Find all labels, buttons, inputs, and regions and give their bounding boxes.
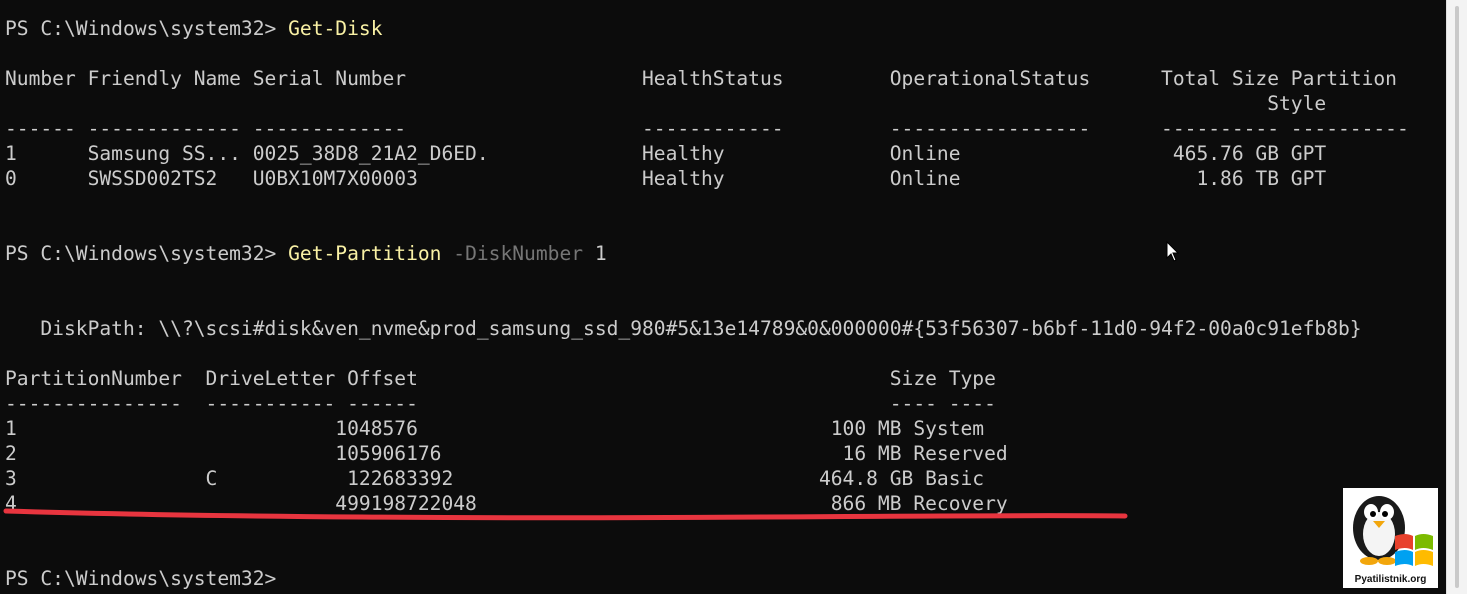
- output-line: ------ ------------- ------------- -----…: [5, 117, 1409, 140]
- prompt-text: PS C:\Windows\system32>: [5, 17, 289, 40]
- prompt-text: PS C:\Windows\system32>: [5, 242, 289, 265]
- output-line: 3 C 122683392 464.8 GB Basic: [5, 467, 985, 490]
- output-line: 1 1048576 100 MB System: [5, 417, 985, 440]
- mouse-cursor-icon: [1166, 241, 1180, 262]
- command-text: Get-Disk: [288, 17, 383, 40]
- red-underline-annotation: [3, 508, 1128, 521]
- parameter-text: -DiskNumber: [453, 242, 584, 265]
- command-text: Get-Partition: [288, 242, 442, 265]
- output-line: PartitionNumber DriveLetter Offset Size …: [5, 367, 996, 390]
- argument-text: 1: [594, 242, 607, 265]
- penguin-windows-logo-icon: [1353, 496, 1433, 566]
- output-line: DiskPath: \\?\scsi#disk&ven_nvme&prod_sa…: [5, 317, 1362, 340]
- scrollbar-thumb[interactable]: [1455, 6, 1459, 588]
- output-line: 2 105906176 16 MB Reserved: [5, 442, 1008, 465]
- prompt-text: PS C:\Windows\system32>: [5, 567, 277, 590]
- output-line: Number Friendly Name Serial Number Healt…: [5, 67, 1397, 90]
- vertical-scrollbar[interactable]: [1446, 0, 1467, 594]
- output-line: 0 SWSSD002TS2 U0BX10M7X00003 Healthy Onl…: [5, 167, 1327, 190]
- terminal-prompt-line: PS C:\Windows\system32> Get-Partition -D…: [5, 241, 607, 266]
- output-line: 1 Samsung SS... 0025_38D8_21A2_D6ED. Hea…: [5, 142, 1327, 165]
- terminal-prompt-line: PS C:\Windows\system32> Get-Disk: [5, 16, 383, 41]
- output-line: --------------- ----------- ------ ---- …: [5, 392, 996, 415]
- powershell-terminal[interactable]: PS C:\Windows\system32> Get-Disk Number …: [0, 0, 1446, 594]
- terminal-prompt-line: PS C:\Windows\system32>: [5, 566, 276, 591]
- watermark-caption: Pyatilistnik.org: [1354, 574, 1427, 585]
- output-line: Style: [5, 92, 1327, 115]
- watermark-logo: Pyatilistnik.org: [1343, 488, 1438, 588]
